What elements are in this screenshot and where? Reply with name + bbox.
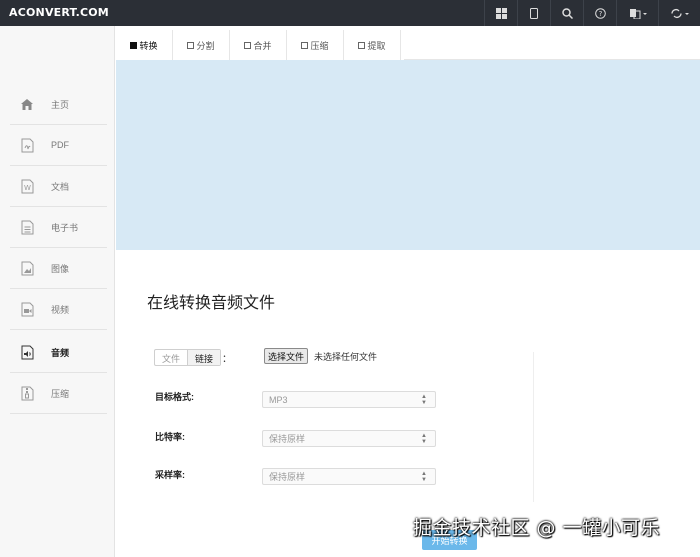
- tab-label: 合并: [253, 40, 272, 51]
- document-icon: W: [18, 177, 36, 195]
- tab-compress[interactable]: 压缩: [287, 30, 344, 60]
- svg-text:W: W: [24, 184, 31, 192]
- tab-split[interactable]: 分割: [173, 30, 230, 60]
- sidebar-item-label: 压缩: [51, 388, 70, 399]
- sidebar-item-label: 音频: [51, 347, 70, 358]
- sidebar-item-home[interactable]: 主页: [10, 84, 107, 125]
- grid-icon[interactable]: [484, 0, 517, 26]
- sidebar-item-audio[interactable]: 音频: [10, 332, 107, 373]
- sample-rate-select[interactable]: 保持原样 ▲ ▼: [262, 468, 436, 485]
- sidebar-item-pdf[interactable]: PDF: [10, 125, 107, 166]
- svg-text:?: ?: [598, 10, 602, 18]
- tab-label: 分割: [196, 40, 215, 51]
- audio-icon: [18, 343, 36, 361]
- archive-icon: [18, 384, 36, 402]
- sample-rate-value: 保持原样: [269, 472, 306, 482]
- page-title: 在线转换音频文件: [147, 293, 276, 312]
- site-logo[interactable]: ACONVERT.COM: [9, 6, 109, 19]
- sidebar: 主页 PDF W 文档 电子书 图像 视频 音频 压缩: [0, 26, 115, 557]
- watermark-text: 掘金技术社区 @ 一罐小可乐: [413, 517, 661, 539]
- checkbox-icon: [244, 41, 252, 49]
- mobile-icon[interactable]: [517, 0, 550, 26]
- sidebar-item-label: PDF: [51, 140, 69, 150]
- checkbox-icon: [301, 41, 309, 49]
- top-navbar: ACONVERT.COM ?: [0, 0, 700, 26]
- search-icon[interactable]: [550, 0, 583, 26]
- tab-convert[interactable]: 转换: [116, 30, 173, 60]
- tab-label: 提取: [367, 40, 386, 51]
- pdf-icon: [18, 136, 36, 154]
- nav-icon-group: ?: [484, 0, 700, 26]
- image-icon: [18, 259, 36, 277]
- sidebar-item-label: 图像: [51, 263, 70, 274]
- sidebar-item-document[interactable]: W 文档: [10, 166, 107, 207]
- form-divider: [533, 352, 534, 502]
- language-icon[interactable]: [616, 0, 658, 26]
- sidebar-item-label: 文档: [51, 181, 70, 192]
- tab-extract[interactable]: 提取: [344, 30, 401, 60]
- sample-rate-label: 采样率:: [155, 470, 185, 480]
- sidebar-item-image[interactable]: 图像: [10, 248, 107, 289]
- toggle-colon: ：: [222, 354, 232, 365]
- sidebar-item-archive[interactable]: 压缩: [10, 373, 107, 414]
- video-icon: [18, 300, 36, 318]
- tab-label: 转换: [139, 40, 158, 51]
- file-status: 未选择任何文件: [314, 352, 378, 362]
- select-arrows-icon: ▲ ▼: [421, 471, 427, 483]
- tab-label: 压缩: [310, 40, 329, 51]
- bitrate-select[interactable]: 保持原样 ▲ ▼: [262, 430, 436, 447]
- link-toggle-button[interactable]: 链接: [187, 350, 221, 365]
- target-format-select[interactable]: MP3 ▲ ▼: [262, 391, 436, 408]
- bitrate-value: 保持原样: [269, 434, 306, 444]
- sidebar-item-video[interactable]: 视频: [10, 289, 107, 330]
- target-format-label: 目标格式:: [155, 392, 194, 402]
- bitrate-label: 比特率:: [155, 432, 185, 442]
- checkbox-icon: [187, 41, 195, 49]
- refresh-icon[interactable]: [658, 0, 700, 26]
- sidebar-item-label: 视频: [51, 304, 70, 315]
- select-arrows-icon: ▲ ▼: [421, 394, 427, 406]
- sidebar-item-label: 主页: [51, 99, 70, 110]
- target-format-value: MP3: [269, 394, 288, 405]
- choose-file-button[interactable]: 选择文件: [264, 348, 309, 364]
- select-arrows-icon: ▲ ▼: [421, 433, 427, 445]
- tool-tabs: 转换 分割 合并 压缩 提取: [116, 30, 401, 60]
- sidebar-item-ebook[interactable]: 电子书: [10, 207, 107, 248]
- checkbox-icon: [130, 41, 138, 49]
- ebook-icon: [18, 218, 36, 236]
- file-toggle-button[interactable]: 文件: [155, 350, 187, 365]
- help-icon[interactable]: ?: [583, 0, 616, 26]
- home-icon: [18, 95, 36, 113]
- source-toggle: 文件 链接: [154, 349, 222, 366]
- ad-banner: [116, 60, 700, 250]
- sidebar-item-label: 电子书: [51, 222, 79, 233]
- checkbox-icon: [358, 41, 366, 49]
- tab-merge[interactable]: 合并: [230, 30, 287, 60]
